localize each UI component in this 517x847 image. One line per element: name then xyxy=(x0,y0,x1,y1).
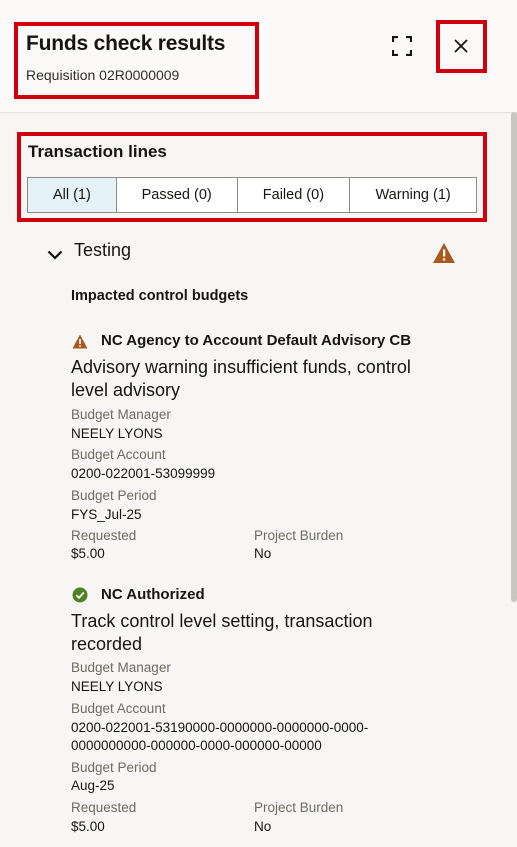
requested-label: Requested xyxy=(71,528,137,543)
requested-label: Requested xyxy=(71,800,137,815)
collapse-line-button[interactable] xyxy=(44,244,66,266)
requested-value: $5.00 xyxy=(71,819,105,834)
impacted-budgets-heading: Impacted control budgets xyxy=(71,288,249,304)
requested-value: $5.00 xyxy=(71,546,105,561)
budget-account-value: 0200-022001-53099999 xyxy=(71,466,216,481)
budget-account-value: 0200-022001-53190000-0000000-0000000-000… xyxy=(71,720,369,735)
line-name: Testing xyxy=(74,240,132,260)
project-burden-label: Project Burden xyxy=(254,800,344,815)
budget-period-value: FYS_Jul-25 xyxy=(71,507,142,522)
transaction-lines-tabs: All (1) Passed (0) Failed (0) Warning (1… xyxy=(27,177,477,213)
budget-period-label: Budget Period xyxy=(71,760,157,775)
budget-message-cont: recorded xyxy=(71,634,143,654)
budget-account-value-cont: 0000000000-000000-0000-000000-00000 xyxy=(71,738,322,753)
project-burden-value: No xyxy=(254,819,272,834)
project-burden-label: Project Burden xyxy=(254,528,344,543)
budget-name: NC Agency to Account Default Advisory CB xyxy=(101,332,412,349)
tab-all[interactable]: All (1) xyxy=(27,177,117,213)
expand-button[interactable] xyxy=(388,32,416,60)
warning-icon xyxy=(433,243,455,263)
highlight-title xyxy=(14,22,259,99)
transaction-lines-title: Transaction lines xyxy=(28,142,167,161)
scrollbar[interactable] xyxy=(511,112,517,602)
warning-icon xyxy=(72,334,88,349)
project-burden-value: No xyxy=(254,546,272,561)
budget-period-label: Budget Period xyxy=(71,488,157,503)
highlight-close xyxy=(436,20,487,73)
budget-message: Track control level setting, transaction xyxy=(71,611,373,631)
budget-account-label: Budget Account xyxy=(71,447,166,462)
budget-period-value: Aug-25 xyxy=(71,778,115,793)
check-circle-icon xyxy=(72,587,88,603)
budget-manager-value: NEELY LYONS xyxy=(71,426,163,441)
budget-message: Advisory warning insufficient funds, con… xyxy=(71,357,411,377)
budget-manager-label: Budget Manager xyxy=(71,407,171,422)
tab-failed[interactable]: Failed (0) xyxy=(236,177,351,213)
budget-message-cont: level advisory xyxy=(71,380,181,400)
budget-manager-value: NEELY LYONS xyxy=(71,679,163,694)
budget-name: NC Authorized xyxy=(101,586,205,603)
chevron-down-icon xyxy=(47,250,63,260)
expand-icon xyxy=(392,36,412,56)
budget-manager-label: Budget Manager xyxy=(71,660,171,675)
tab-warning[interactable]: Warning (1) xyxy=(349,177,477,213)
budget-account-label: Budget Account xyxy=(71,701,166,716)
tab-passed[interactable]: Passed (0) xyxy=(115,177,238,213)
